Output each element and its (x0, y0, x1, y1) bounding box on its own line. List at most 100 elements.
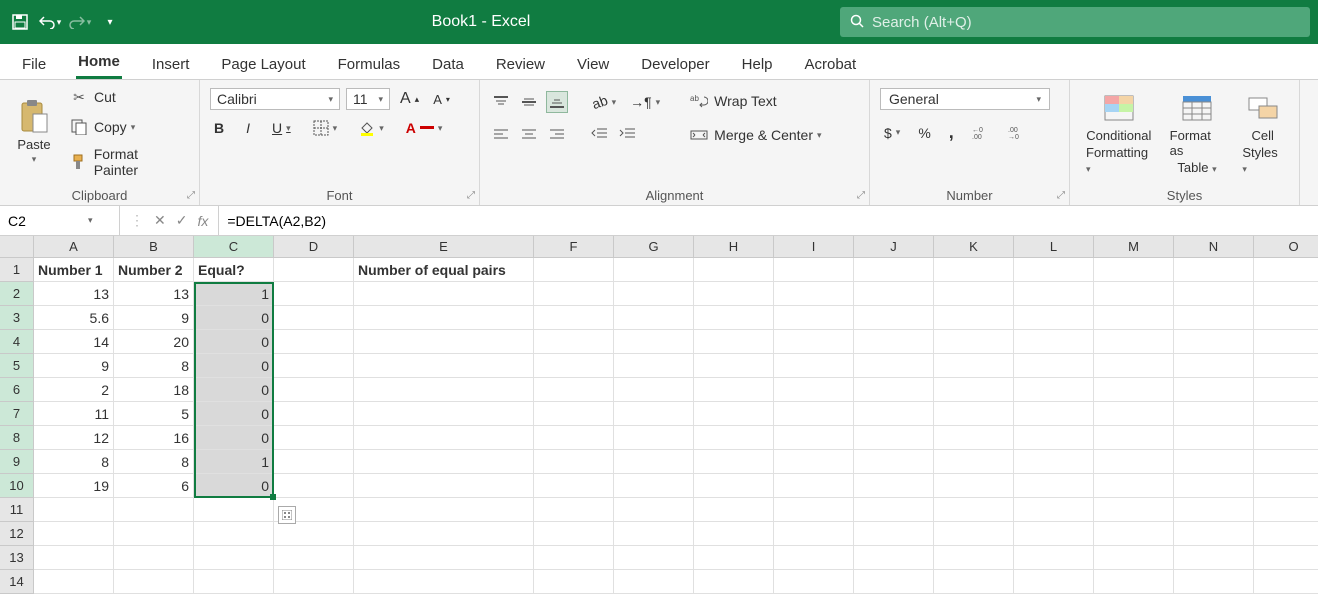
paste-button[interactable]: Paste ▾ (10, 97, 58, 167)
cell[interactable] (534, 498, 614, 522)
cell[interactable] (114, 498, 194, 522)
cell[interactable] (934, 474, 1014, 498)
cell[interactable] (1094, 354, 1174, 378)
align-top-button[interactable] (490, 91, 512, 113)
cell[interactable] (1174, 498, 1254, 522)
cell[interactable]: 8 (114, 354, 194, 378)
column-header[interactable]: D (274, 236, 354, 258)
cell[interactable] (614, 426, 694, 450)
orientation-button[interactable]: ab ▾ (588, 92, 620, 112)
align-right-button[interactable] (546, 123, 568, 145)
align-center-button[interactable] (518, 123, 540, 145)
cell[interactable] (534, 570, 614, 594)
font-size-select[interactable]: 11▾ (346, 88, 390, 110)
cell[interactable]: 9 (34, 354, 114, 378)
cell[interactable] (694, 426, 774, 450)
row-header[interactable]: 10 (0, 474, 34, 498)
row-header[interactable]: 5 (0, 354, 34, 378)
column-header[interactable]: K (934, 236, 1014, 258)
tab-data[interactable]: Data (430, 50, 466, 79)
row-header[interactable]: 1 (0, 258, 34, 282)
tab-acrobat[interactable]: Acrobat (803, 50, 859, 79)
cell[interactable]: 0 (194, 402, 274, 426)
comma-button[interactable]: , (945, 120, 958, 145)
cell[interactable] (354, 522, 534, 546)
cell[interactable] (114, 546, 194, 570)
cell[interactable] (274, 522, 354, 546)
cell[interactable] (1014, 306, 1094, 330)
cell[interactable] (1094, 258, 1174, 282)
cell[interactable] (354, 474, 534, 498)
cell[interactable] (274, 306, 354, 330)
cell[interactable] (1254, 330, 1318, 354)
cell[interactable] (774, 498, 854, 522)
row-header[interactable]: 3 (0, 306, 34, 330)
cell[interactable]: 0 (194, 474, 274, 498)
increase-decimal-button[interactable]: ←0.00 (968, 124, 994, 142)
cell[interactable] (194, 546, 274, 570)
cell[interactable] (114, 522, 194, 546)
cell[interactable] (1174, 522, 1254, 546)
dialog-launcher-icon[interactable]: ⤢ (1057, 190, 1065, 201)
column-header[interactable]: N (1174, 236, 1254, 258)
cell[interactable] (1174, 354, 1254, 378)
cell[interactable] (534, 402, 614, 426)
cell[interactable] (694, 402, 774, 426)
cell[interactable]: 14 (34, 330, 114, 354)
formula-input[interactable] (218, 206, 1318, 235)
cell[interactable] (854, 378, 934, 402)
cell[interactable] (1174, 570, 1254, 594)
cell[interactable] (1014, 474, 1094, 498)
decrease-indent-button[interactable] (588, 122, 610, 144)
chevron-down-icon[interactable]: ▾ (88, 215, 93, 226)
cell[interactable] (774, 546, 854, 570)
column-header[interactable]: I (774, 236, 854, 258)
cell[interactable] (1174, 306, 1254, 330)
redo-icon[interactable]: ▾ (68, 10, 92, 34)
cell[interactable] (1094, 306, 1174, 330)
save-icon[interactable] (8, 10, 32, 34)
cell[interactable] (934, 522, 1014, 546)
row-header[interactable]: 8 (0, 426, 34, 450)
cell[interactable] (1094, 474, 1174, 498)
cell[interactable] (694, 330, 774, 354)
cell[interactable]: 2 (34, 378, 114, 402)
cell[interactable] (274, 570, 354, 594)
cell[interactable] (1174, 426, 1254, 450)
cell[interactable] (1014, 498, 1094, 522)
cell[interactable] (1254, 474, 1318, 498)
search-input[interactable] (872, 14, 1300, 31)
fx-icon[interactable]: fx (197, 213, 208, 229)
tab-review[interactable]: Review (494, 50, 547, 79)
search-box[interactable] (840, 7, 1310, 37)
cell[interactable]: 0 (194, 306, 274, 330)
cell[interactable] (534, 426, 614, 450)
cell[interactable] (1254, 546, 1318, 570)
increase-font-button[interactable]: A▴ (396, 88, 423, 110)
underline-button[interactable]: U ▾ (268, 118, 295, 138)
cell[interactable] (774, 258, 854, 282)
cell[interactable] (1014, 450, 1094, 474)
font-name-select[interactable]: Calibri▾ (210, 88, 340, 110)
cell[interactable] (1094, 498, 1174, 522)
cell[interactable] (1254, 258, 1318, 282)
cell[interactable] (614, 450, 694, 474)
cell[interactable]: 9 (114, 306, 194, 330)
cell[interactable] (1094, 402, 1174, 426)
cell[interactable] (1174, 378, 1254, 402)
cell[interactable] (114, 570, 194, 594)
enter-icon[interactable]: ✓ (176, 212, 188, 229)
cell[interactable]: 13 (34, 282, 114, 306)
format-as-table-button[interactable]: Format as Table ▾ (1164, 88, 1231, 177)
cell[interactable] (534, 474, 614, 498)
cell[interactable] (1014, 330, 1094, 354)
cell[interactable] (854, 258, 934, 282)
cell[interactable] (1094, 282, 1174, 306)
number-format-select[interactable]: General▾ (880, 88, 1050, 110)
cell[interactable] (614, 522, 694, 546)
name-box[interactable]: ▾ (0, 206, 120, 235)
cell[interactable] (934, 402, 1014, 426)
row-header[interactable]: 2 (0, 282, 34, 306)
increase-indent-button[interactable] (616, 122, 638, 144)
cell[interactable] (354, 354, 534, 378)
